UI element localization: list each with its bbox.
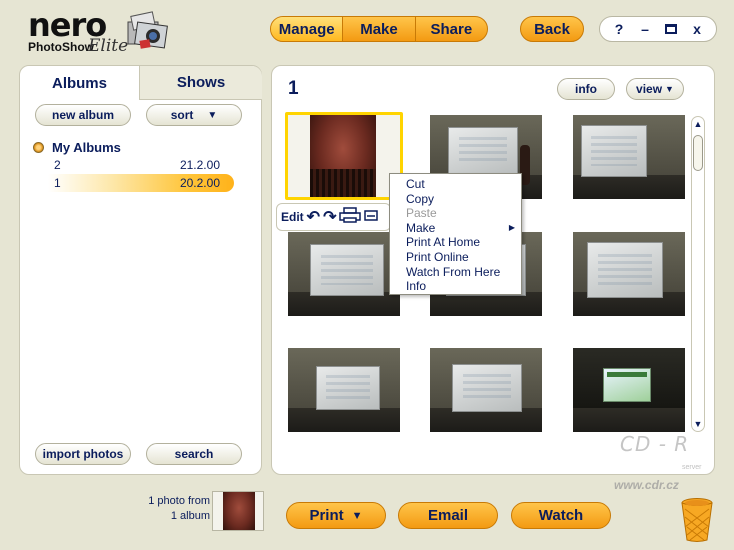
photo-thumbnail[interactable]	[288, 232, 400, 316]
watch-button[interactable]: Watch	[511, 502, 611, 529]
maximize-icon	[665, 24, 677, 34]
album-tree-root-label: My Albums	[52, 140, 121, 155]
tab-share[interactable]: Share	[416, 17, 487, 41]
watermark-sub: server	[682, 464, 702, 471]
app-logo: nero PhotoShow Elite	[26, 6, 176, 56]
trash-icon[interactable]	[680, 497, 714, 543]
logo-product: PhotoShow	[28, 40, 94, 54]
printer-icon[interactable]	[339, 206, 362, 228]
print-button[interactable]: Print ▼	[286, 502, 386, 529]
minimize-button[interactable]: –	[634, 21, 656, 37]
edit-button[interactable]: Edit	[281, 210, 304, 224]
scrollbar-thumb[interactable]	[693, 135, 703, 171]
email-icon[interactable]	[364, 208, 379, 226]
triangle-down-icon: ▼	[207, 109, 218, 121]
vertical-scrollbar[interactable]: ▲ ▼	[691, 116, 705, 432]
photo-thumbnail[interactable]	[573, 232, 685, 316]
album-name: 1	[54, 176, 61, 190]
album-row[interactable]: 2 21.2.00	[48, 156, 234, 174]
album-date: 20.2.00	[179, 176, 220, 190]
camera-icon	[127, 11, 168, 49]
print-label: Print	[309, 507, 344, 524]
maximize-button[interactable]	[660, 21, 682, 37]
menu-item-make-label: Make	[406, 220, 436, 235]
back-button[interactable]: Back	[520, 16, 584, 42]
rotate-left-icon[interactable]: ↶	[307, 207, 320, 227]
triangle-down-icon: ▼	[351, 509, 363, 522]
tab-manage[interactable]: Manage	[271, 17, 344, 41]
printer-icon-graphic	[339, 206, 362, 223]
menu-item-paste: Paste	[406, 206, 437, 221]
help-button[interactable]: ?	[608, 21, 630, 37]
search-button[interactable]: search	[146, 443, 242, 465]
sidebar-tabs: Albums Shows	[20, 66, 263, 100]
submenu-arrow-icon: ▶	[508, 222, 515, 232]
sort-dropdown[interactable]: sort ▼	[146, 104, 242, 126]
email-icon-graphic	[364, 210, 379, 221]
import-photos-button[interactable]: import photos	[35, 443, 131, 465]
view-dropdown[interactable]: view ▼	[626, 78, 684, 100]
album-row-selected[interactable]: 1 20.2.00	[48, 174, 234, 192]
photo-thumbnail[interactable]	[288, 348, 400, 432]
photo-thumbnail[interactable]	[430, 348, 542, 432]
album-tree-root[interactable]: My Albums	[33, 140, 121, 155]
main-nav-tabs: Manage Make Share	[270, 16, 488, 42]
selection-frame	[285, 112, 403, 200]
tab-shows[interactable]: Shows	[140, 66, 262, 100]
scroll-up-icon[interactable]: ▲	[693, 119, 703, 129]
menu-item-cut[interactable]: Cut	[390, 177, 521, 192]
album-date: 21.2.00	[179, 158, 220, 172]
photo-count: 1	[288, 78, 299, 99]
photo-thumbnail[interactable]	[573, 115, 685, 199]
menu-item-print-at-home[interactable]: Print At Home	[390, 235, 521, 250]
selection-summary-line1: 1 photo from	[148, 495, 210, 507]
context-menu: Cut Copy Paste Make ▶ Print At Home Prin…	[389, 173, 522, 295]
triangle-down-icon: ▼	[665, 84, 674, 94]
new-album-button[interactable]: new album	[35, 104, 131, 126]
menu-item-info[interactable]: Info	[390, 279, 521, 294]
tab-albums[interactable]: Albums	[20, 66, 140, 100]
albums-panel: Albums Shows new album sort ▼ My Albums …	[19, 65, 262, 475]
rotate-right-icon[interactable]: ↷	[323, 207, 336, 227]
tab-make[interactable]: Make	[343, 17, 416, 41]
watermark-url: www.cdr.cz	[614, 478, 679, 492]
photo-thumbnail[interactable]	[573, 348, 685, 432]
album-root-icon	[33, 142, 44, 153]
menu-item-copy[interactable]: Copy	[390, 192, 521, 207]
info-button[interactable]: info	[557, 78, 615, 100]
view-label: view	[636, 82, 663, 96]
sort-label: sort	[170, 108, 194, 122]
selection-thumbnail-content	[223, 492, 255, 530]
edit-toolbar: Edit ↶ ↷	[276, 203, 391, 231]
selection-thumbnail	[212, 491, 264, 531]
close-button[interactable]: x	[686, 21, 708, 37]
menu-item-print-online[interactable]: Print Online	[390, 250, 521, 265]
selection-summary: 1 photo from 1 album	[132, 494, 210, 524]
window-controls: ? – x	[599, 16, 717, 42]
selection-summary-line2: 1 album	[170, 510, 210, 522]
menu-item-make[interactable]: Make ▶	[390, 221, 521, 236]
scroll-down-icon[interactable]: ▼	[693, 419, 703, 429]
watermark-logo: CD - R	[620, 432, 690, 456]
logo-edition: Elite	[88, 36, 129, 56]
email-button[interactable]: Email	[398, 502, 498, 529]
album-name: 2	[54, 158, 61, 172]
menu-item-watch-from-here[interactable]: Watch From Here	[390, 265, 521, 280]
